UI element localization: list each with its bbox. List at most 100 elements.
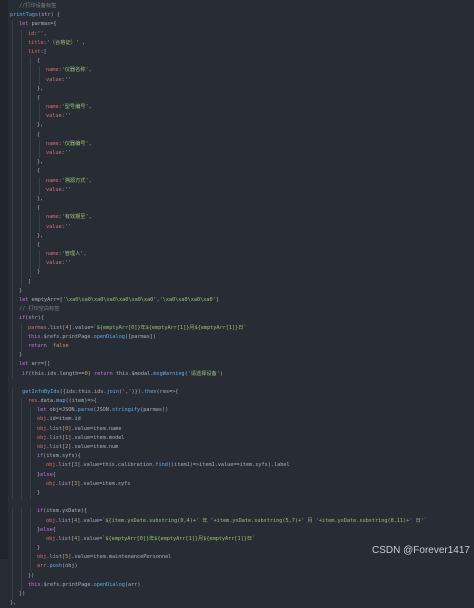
code-line: this.$refs.printPage.openDialog(arr): [10, 581, 472, 590]
code-token: list: [28, 48, 41, 55]
code-line: }: [10, 351, 472, 360]
code-line: value:'': [10, 186, 472, 195]
code-line: getInfoByIds({ids:this.ids.join(',')}).t…: [10, 388, 472, 397]
code-line: name:'溯源方式',: [10, 177, 472, 186]
code-token: title: [28, 39, 44, 46]
code-line: },: [10, 121, 472, 130]
code-token: '请选择设备': [187, 370, 220, 377]
indent-guide: [21, 397, 22, 499]
code-token: let: [19, 361, 29, 368]
indent-guide: [21, 508, 22, 591]
code-token: obj: [37, 434, 47, 441]
code-token: obj: [37, 416, 47, 423]
code-token: .list[: [46, 554, 66, 561]
indent-guide: [30, 57, 31, 278]
code-token: .list[: [55, 535, 75, 542]
code-token: },: [37, 159, 44, 166]
code-line: }): [10, 590, 472, 599]
code-token: (JSON.: [93, 407, 112, 414]
code-line: let parmas={: [10, 20, 472, 29]
code-token: },: [37, 85, 44, 92]
code-line: },: [10, 85, 472, 94]
code-token: ].value=item.name: [68, 425, 122, 432]
code-token: //打印设备标签: [19, 3, 57, 9]
code-token: (str) {: [38, 12, 60, 19]
code-line: }: [10, 268, 472, 277]
code-token: '管理人': [61, 251, 84, 258]
code-token: else: [40, 526, 53, 533]
code-token: this: [28, 581, 41, 588]
code-token: ,: [78, 39, 86, 46]
code-token: {: [37, 205, 41, 212]
code-token: let: [19, 297, 29, 303]
code-line: obj.list[2].value=item.num: [10, 443, 472, 452]
csdn-watermark: CSDN @Forever1417: [372, 545, 470, 556]
code-token: obj: [37, 554, 47, 561]
code-line: name:'仪器编号',: [10, 140, 472, 149]
code-token: value: [46, 150, 62, 156]
code-line: if(str){: [10, 314, 472, 323]
indent-guide: [30, 508, 31, 573]
code-token: ]: [28, 278, 32, 285]
code-token: return: [28, 342, 47, 349]
code-token: (obj): [62, 563, 78, 570]
code-token: ((item)=>{: [65, 398, 97, 405]
code-token: ,: [83, 251, 87, 258]
code-editor[interactable]: //打印设备标签 printTags(str) {let parmas={id:'…: [0, 0, 474, 606]
code-token: ): [219, 370, 223, 377]
code-token: parmas={: [28, 21, 57, 28]
code-token: {: [37, 131, 41, 138]
code-token: '': [64, 150, 71, 156]
code-line: value:'': [10, 149, 472, 158]
code-token: if: [19, 370, 29, 377]
code-token: (res=>{: [156, 388, 179, 395]
code-token: value: [46, 223, 62, 230]
code-token: ].value=item.maintenancePersonnel: [68, 554, 172, 561]
code-token: .data.: [37, 398, 57, 405]
code-token: (parmas)): [140, 407, 169, 414]
code-token: .$refs.printPage.: [40, 581, 94, 588]
code-line: [10, 379, 472, 388]
indent-guide: [21, 29, 22, 288]
code-line: name:'型号编号',: [10, 103, 472, 112]
code-token: '': [64, 76, 71, 83]
indent-guide: [12, 388, 13, 499]
code-area[interactable]: //打印设备标签 printTags(str) {let parmas={id:'…: [10, 2, 472, 608]
code-token: ].value=: [77, 517, 103, 524]
code-token: ([parmas]): [124, 333, 157, 340]
code-line: obj.list[4].value=`${item.yxDate.substri…: [10, 517, 472, 526]
code-token: '仪器编号': [61, 140, 89, 147]
code-token: let: [19, 21, 29, 28]
code-line: obj.list[0].value=item.name: [10, 425, 472, 434]
code-token: obj: [37, 425, 47, 432]
code-token: stringify: [111, 407, 141, 414]
code-token: '': [64, 113, 71, 120]
indent-guide: [39, 250, 40, 269]
code-token: obj: [46, 517, 56, 524]
code-token: .list[: [46, 444, 66, 450]
code-line: obj.list[1].value=item.model: [10, 434, 472, 443]
code-token: find: [155, 462, 168, 469]
code-token: '': [64, 223, 71, 230]
code-token: res: [28, 398, 38, 405]
code-token: ({ids:this.ids.: [59, 388, 107, 395]
indent-guide: [39, 176, 40, 196]
code-token: ,: [88, 214, 92, 221]
code-line: },: [10, 232, 472, 241]
code-token: ,: [88, 140, 92, 147]
code-line: value:'': [10, 223, 472, 232]
code-token: :[: [40, 48, 47, 55]
code-token: ].value=item.syfs: [77, 480, 131, 487]
code-token: map: [56, 398, 66, 405]
code-token: }: [19, 287, 23, 294]
code-token: arr: [37, 563, 47, 570]
code-line: {: [10, 94, 472, 103]
code-token: {: [52, 471, 56, 478]
code-token: printTags: [10, 12, 39, 19]
code-token: {: [37, 58, 41, 65]
code-line: title:'（合格证）' ,: [10, 39, 472, 48]
code-token: '\xa0\xa0\xa0\xa0': [159, 297, 216, 303]
code-token: },: [10, 600, 17, 607]
